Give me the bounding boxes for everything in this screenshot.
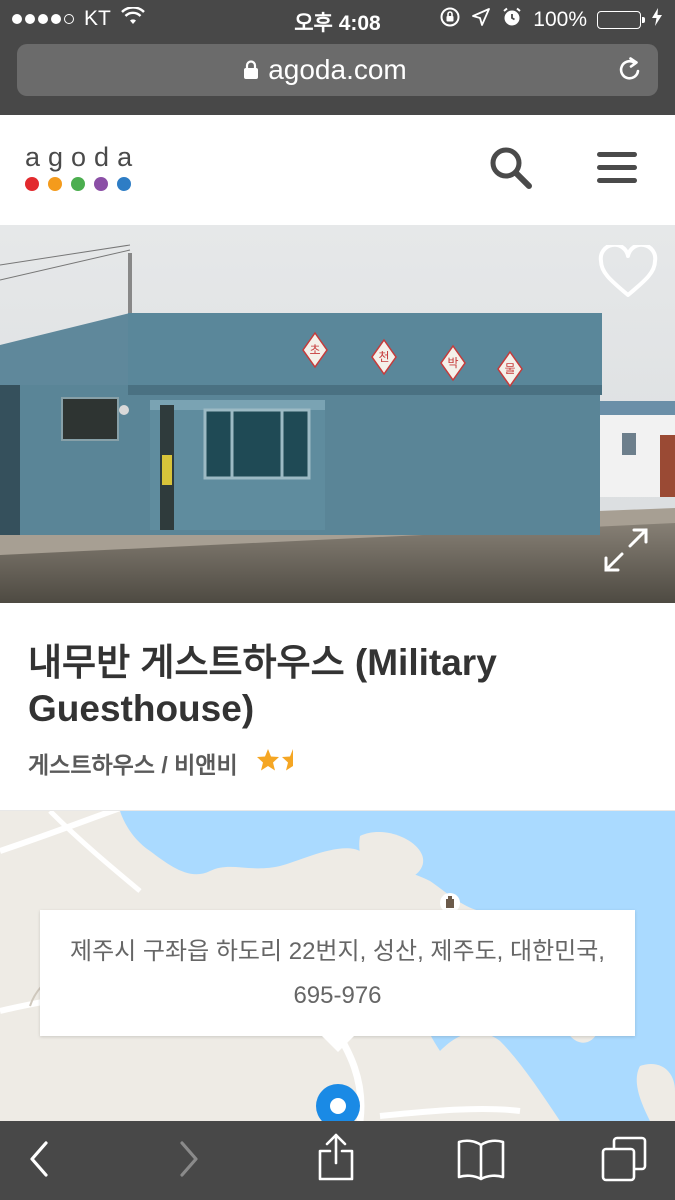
- location-icon: [471, 7, 491, 33]
- sign-char: 천: [378, 349, 389, 364]
- status-bar: KT 오후 4:08 100%: [0, 0, 675, 38]
- logo-text: agoda: [25, 142, 141, 172]
- sign-char: 물: [504, 362, 515, 376]
- star-rating: [256, 748, 305, 778]
- property-subtitle: 게스트하우스 / 비앤비: [28, 746, 305, 780]
- alarm-icon: [501, 6, 523, 34]
- logo-dot: [71, 177, 85, 191]
- sign-char: 초: [309, 343, 320, 357]
- logo-dots: [25, 177, 140, 191]
- logo-dot: [117, 177, 131, 191]
- star-full-icon: [256, 748, 280, 778]
- search-icon[interactable]: [488, 145, 534, 196]
- browser-chrome: KT 오후 4:08 100% agoda.com: [0, 0, 675, 115]
- property-title: 내무반 게스트하우스 (Military Guesthouse): [28, 642, 497, 729]
- hotel-photo[interactable]: 초 천 박 물: [0, 225, 675, 603]
- battery-percent: 100%: [533, 8, 587, 31]
- expand-icon[interactable]: [603, 527, 649, 578]
- heart-icon[interactable]: [598, 242, 658, 304]
- carrier-label: KT: [84, 7, 111, 30]
- agoda-logo[interactable]: agoda: [25, 143, 140, 191]
- tabs-icon[interactable]: [600, 1135, 648, 1188]
- reload-icon[interactable]: [616, 56, 644, 89]
- forward-icon[interactable]: [176, 1139, 202, 1184]
- address-callout: 제주시 구좌읍 하도리 22번지, 성산, 제주도, 대한민국, 695-976: [40, 910, 635, 1052]
- logo-dot: [48, 177, 62, 191]
- logo-dot: [94, 177, 108, 191]
- sign-char: 박: [447, 356, 458, 370]
- bookmarks-icon[interactable]: [456, 1137, 506, 1186]
- url-text: agoda.com: [268, 54, 407, 85]
- site-header: agoda: [0, 115, 675, 225]
- rotation-lock-icon: [439, 6, 461, 34]
- battery-icon: [597, 11, 645, 29]
- star-half-icon: [281, 748, 305, 778]
- signal-icon: [12, 14, 74, 24]
- menu-icon[interactable]: [597, 152, 637, 191]
- address-bar[interactable]: agoda.com: [17, 44, 658, 96]
- back-icon[interactable]: [26, 1139, 52, 1184]
- share-icon[interactable]: [316, 1131, 356, 1188]
- browser-toolbar: [0, 1121, 675, 1200]
- status-right: 100%: [439, 6, 663, 34]
- logo-dot: [25, 177, 39, 191]
- wifi-icon: [120, 6, 145, 31]
- status-left: KT: [12, 6, 145, 31]
- charging-icon: [651, 7, 663, 33]
- property-category: 게스트하우스 / 비앤비: [28, 752, 238, 778]
